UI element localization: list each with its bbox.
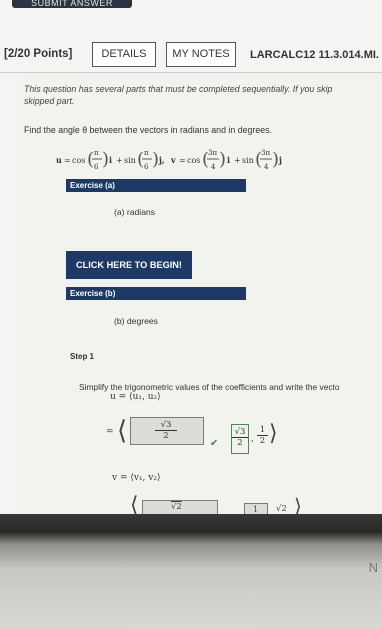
v-symbol: v	[170, 155, 176, 165]
equals-2: =	[179, 156, 186, 165]
question-intro: This question has several parts that mus…	[24, 83, 380, 107]
v2-value-numerator: √2	[276, 504, 287, 514]
three-pi-1: 3π	[208, 149, 217, 157]
corner-mark: N	[368, 560, 378, 575]
intro-line-1: This question has several parts that mus…	[24, 84, 333, 94]
j-hat-1: j,	[158, 155, 165, 165]
pi-1: π	[94, 149, 99, 157]
u-close-angle-bracket: ⟩	[269, 421, 278, 446]
svg-text:): )	[102, 149, 109, 170]
v-close-angle-bracket: ⟩	[294, 494, 302, 514]
v2-numerator: 1	[253, 505, 259, 514]
i-hat-2: i	[227, 155, 230, 165]
question-header: [2/20 Points] DETAILS MY NOTES LARCALC12…	[0, 40, 382, 70]
u2-value: 1 2	[257, 425, 268, 446]
sin-2: sin	[242, 156, 254, 165]
webassign-screen: SUBMIT ANSWER [2/20 Points] DETAILS MY N…	[0, 0, 382, 514]
j-hat-2: j	[278, 155, 282, 165]
submit-answer-button[interactable]: SUBMIT ANSWER	[12, 0, 132, 8]
v1-numerator: √2	[171, 502, 182, 512]
six-1: 6	[94, 163, 99, 171]
u1-fraction: √3 2	[155, 420, 177, 441]
u2-value-denominator: 2	[259, 436, 266, 446]
u2-answer-field[interactable]: √3 2	[231, 424, 249, 454]
my-notes-tab[interactable]: MY NOTES	[166, 42, 236, 67]
four-1: 4	[211, 163, 216, 171]
svg-text:): )	[272, 149, 279, 170]
cos-2: cos	[187, 156, 200, 165]
four-2: 4	[264, 163, 269, 171]
details-tab[interactable]: DETAILS	[92, 42, 156, 67]
u-equals: =	[106, 427, 114, 437]
equals: =	[64, 156, 71, 165]
three-pi-2: 3π	[261, 149, 270, 157]
six-2: 6	[144, 163, 149, 171]
v1-answer-field[interactable]: √2	[142, 500, 218, 514]
part-a-label: (a) radians	[114, 207, 156, 217]
correct-check-icon: ✔	[210, 438, 219, 449]
u1-numerator: √3	[155, 420, 177, 431]
u2-value-numerator: 1	[257, 425, 268, 436]
step-instruction: Simplify the trigonometric values of the…	[79, 382, 340, 392]
u-comma: ,	[251, 434, 254, 444]
question-prompt: Find the angle θ between the vectors in …	[24, 125, 272, 135]
v-components: v = ⟨v₁, v₂⟩	[112, 473, 161, 483]
plus-2: +	[234, 156, 241, 165]
u2-fraction: √3 2	[232, 427, 248, 448]
laptop-bezel: N	[0, 514, 382, 629]
plus-1: +	[116, 156, 123, 165]
vector-formula: u = cos ( π 6 ) i + sin ( π 6 ) j, v = c…	[56, 149, 282, 171]
i-hat-1: i	[109, 155, 112, 165]
click-to-begin-button[interactable]: CLICK HERE TO BEGIN!	[66, 251, 192, 279]
u2-denominator: 2	[237, 438, 243, 448]
sin-1: sin	[124, 156, 136, 165]
u1-answer-field[interactable]: √3 2	[130, 417, 204, 445]
submit-answer-label: SUBMIT ANSWER	[31, 0, 113, 8]
exercise-a-header: Exercise (a)	[66, 179, 246, 192]
u-open-angle-bracket: ⟨	[117, 416, 128, 446]
u2-numerator: √3	[232, 427, 248, 438]
u-components: u = ⟨u₁, u₂⟩	[110, 392, 161, 402]
problem-reference: LARCALC12 11.3.014.MI.	[250, 49, 379, 61]
v2-answer-field[interactable]: 1	[244, 503, 268, 514]
u-symbol: u	[56, 155, 62, 165]
v-open-angle-bracket: ⟨	[130, 493, 139, 514]
points-label: [2/20 Points]	[4, 48, 73, 60]
svg-text:): )	[219, 149, 226, 170]
svg-text:): )	[152, 149, 159, 170]
cos-1: cos	[72, 156, 85, 165]
intro-line-2: skipped part.	[24, 96, 75, 106]
pi-2: π	[144, 149, 149, 157]
question-panel: This question has several parts that mus…	[18, 73, 382, 514]
svg-text:(: (	[137, 149, 144, 170]
step-1-label: Step 1	[70, 352, 95, 361]
svg-text:(: (	[87, 149, 94, 170]
exercise-b-header: Exercise (b)	[66, 287, 246, 300]
u1-denominator: 2	[163, 431, 169, 441]
part-b-label: (b) degrees	[114, 316, 158, 326]
